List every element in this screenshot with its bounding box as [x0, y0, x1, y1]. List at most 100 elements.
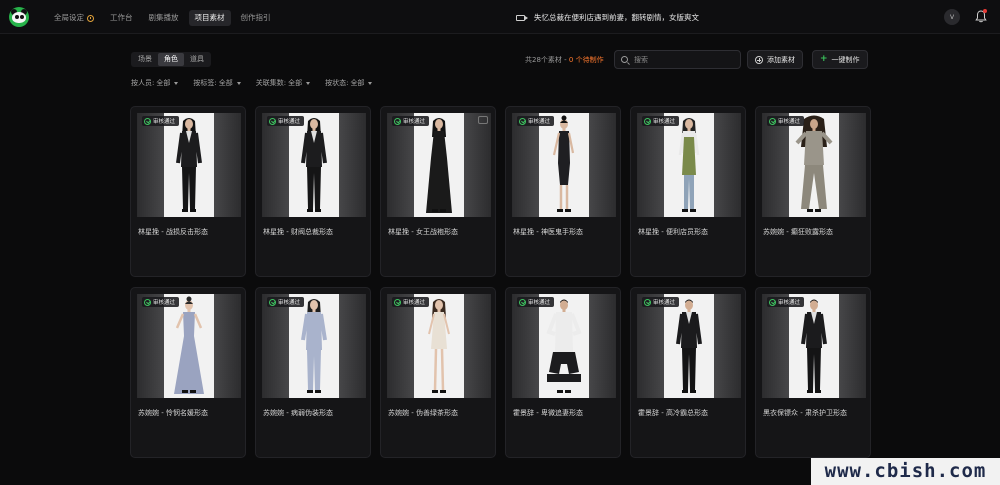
material-card[interactable]: 审核通过 霍景辞 - 高冷霸总形态	[630, 287, 746, 458]
status-badge-label: 审核通过	[653, 300, 676, 306]
filter-dropdown[interactable]: 关联集数: 全部	[256, 78, 311, 88]
status-badge-label: 审核通过	[528, 119, 551, 125]
status-badge-label: 审核通过	[778, 119, 801, 125]
character-figure	[426, 118, 452, 213]
tab-0[interactable]: 场景	[132, 53, 158, 66]
top-bar: 全局设定 工作台 剧集播放 项目素材 创作指引 失忆总裁在便利店遇到前妻，翻转剧情，女版…	[0, 0, 1000, 34]
card-thumbnail[interactable]: 审核通过	[262, 113, 366, 217]
nav-item[interactable]: 项目素材	[188, 10, 231, 26]
filter-label: 按状态:	[325, 79, 349, 87]
material-card[interactable]: 审核通过苏婉婉 - 癫狂败露形态	[755, 106, 871, 277]
card-thumbnail[interactable]: 审核通过	[762, 113, 866, 217]
material-card[interactable]: 审核通过苏婉婉 - 伪善绿茶形态	[380, 287, 496, 458]
main-nav: 全局设定 工作台 剧集播放 项目素材 创作指引	[48, 10, 277, 26]
character-photo	[289, 113, 339, 217]
check-circle-icon	[269, 298, 276, 306]
character-photo	[664, 294, 714, 398]
character-figure	[428, 299, 450, 393]
card-title: 苏婉婉 - 伪善绿茶形态	[388, 409, 458, 417]
card-thumbnail[interactable]: 审核通过	[387, 294, 491, 398]
plus-icon: +	[820, 54, 828, 64]
card-thumbnail[interactable]: 审核通过	[637, 294, 741, 398]
card-title: 林星挽 - 女王战袍形态	[388, 228, 458, 236]
material-card[interactable]: 审核通过 林星挽 - 财阀总裁形态	[255, 106, 371, 277]
status-badge-label: 审核通过	[153, 119, 176, 125]
card-title: 霍景辞 - 卑微追妻形态	[513, 409, 583, 417]
character-figure	[301, 118, 327, 212]
status-badge: 审核通过	[392, 116, 430, 126]
filter-dropdown[interactable]: 按状态: 全部	[325, 78, 373, 88]
filter-dropdown[interactable]: 按人员: 全部	[131, 78, 179, 88]
character-figure	[301, 299, 327, 393]
character-photo	[164, 294, 214, 398]
material-card[interactable]: 审核通过 苏婉婉 - 怜悯名媛形态	[130, 287, 246, 458]
app-logo[interactable]	[9, 7, 29, 27]
filter-value: 全部	[350, 79, 365, 87]
card-menu-icon[interactable]	[478, 116, 488, 124]
material-card[interactable]: 审核通过林星挽 - 女王战袍形态	[380, 106, 496, 277]
character-figure	[174, 296, 204, 394]
card-thumbnail[interactable]: 审核通过	[137, 113, 241, 217]
one-click-generate-button[interactable]: + 一键制作	[812, 50, 868, 69]
watermark: www.cbish.com	[811, 458, 1000, 485]
status-badge: 审核通过	[517, 297, 555, 307]
material-card[interactable]: 审核通过林星挽 - 战损反击形态	[130, 106, 246, 277]
search-icon	[621, 56, 628, 63]
character-photo	[289, 294, 339, 398]
character-photo	[414, 113, 464, 217]
card-thumbnail[interactable]: 审核通过	[637, 113, 741, 217]
card-thumbnail[interactable]: 审核通过	[512, 294, 616, 398]
card-thumbnail[interactable]: 审核通过	[512, 113, 616, 217]
card-thumbnail[interactable]: 审核通过	[262, 294, 366, 398]
chevron-down-icon	[174, 81, 179, 85]
card-title: 林星挽 - 便利店员形态	[638, 228, 708, 236]
card-thumbnail[interactable]: 审核通过	[137, 294, 241, 398]
card-thumbnail[interactable]: 审核通过	[762, 294, 866, 398]
add-material-button[interactable]: 添加素材	[747, 50, 803, 69]
card-thumbnail[interactable]: 审核通过	[387, 113, 491, 217]
character-figure	[795, 115, 833, 212]
filter-label: 按标签:	[193, 79, 217, 87]
search-input[interactable]	[634, 55, 734, 64]
material-card[interactable]: 审核通过林星挽 - 便利店员形态	[630, 106, 746, 277]
material-count: 共28个素材 - 0 个待制作	[525, 56, 604, 64]
nav-item-label: 工作台	[110, 13, 133, 22]
character-photo	[414, 294, 464, 398]
material-card[interactable]: 审核通过 林星挽 - 神医鬼手形态	[505, 106, 621, 277]
character-figure	[176, 118, 202, 212]
material-card[interactable]: 审核通过霍景辞 - 卑微追妻形态	[505, 287, 621, 458]
status-badge-label: 审核通过	[278, 119, 301, 125]
tab-2[interactable]: 道具	[184, 53, 210, 66]
filter-value: 全部	[288, 79, 303, 87]
nav-item[interactable]: 创作指引	[235, 10, 277, 26]
check-circle-icon	[519, 117, 526, 125]
character-figure	[801, 299, 827, 393]
nav-item-label: 项目素材	[194, 13, 225, 22]
character-figure	[546, 299, 582, 393]
card-title: 黑衣保镖众 - 肃杀护卫形态	[763, 409, 847, 417]
status-badge: 审核通过	[767, 297, 805, 307]
chevron-down-icon	[236, 81, 241, 85]
card-title: 苏婉婉 - 病弱伪装形态	[263, 409, 333, 417]
card-title: 林星挽 - 战损反击形态	[138, 228, 208, 236]
check-circle-icon	[144, 298, 151, 306]
nav-item[interactable]: 剧集播放	[143, 10, 185, 26]
status-badge-label: 审核通过	[278, 300, 301, 306]
status-badge: 审核通过	[392, 297, 430, 307]
user-avatar[interactable]: V	[944, 9, 960, 25]
card-title: 苏婉婉 - 癫狂败露形态	[763, 228, 833, 236]
notification-dot	[983, 9, 987, 13]
tab-1[interactable]: 角色	[158, 53, 184, 66]
search-box[interactable]	[614, 50, 741, 69]
character-figure	[676, 299, 702, 393]
status-badge: 审核通过	[767, 116, 805, 126]
nav-item[interactable]: 全局设定	[48, 10, 100, 26]
nav-item[interactable]: 工作台	[104, 10, 139, 26]
material-card[interactable]: 审核通过黑衣保镖众 - 肃杀护卫形态	[755, 287, 871, 458]
nav-item-label: 创作指引	[240, 13, 271, 22]
material-grid: 审核通过 林星挽 - 战损反击形态 审核通过 林星挽 - 财阀总裁形态 审核通过 林星挽 …	[130, 106, 871, 458]
material-card[interactable]: 审核通过苏婉婉 - 病弱伪装形态	[255, 287, 371, 458]
status-badge-label: 审核通过	[403, 119, 426, 125]
status-badge: 审核通过	[267, 116, 305, 126]
filter-dropdown[interactable]: 按标签: 全部	[193, 78, 241, 88]
